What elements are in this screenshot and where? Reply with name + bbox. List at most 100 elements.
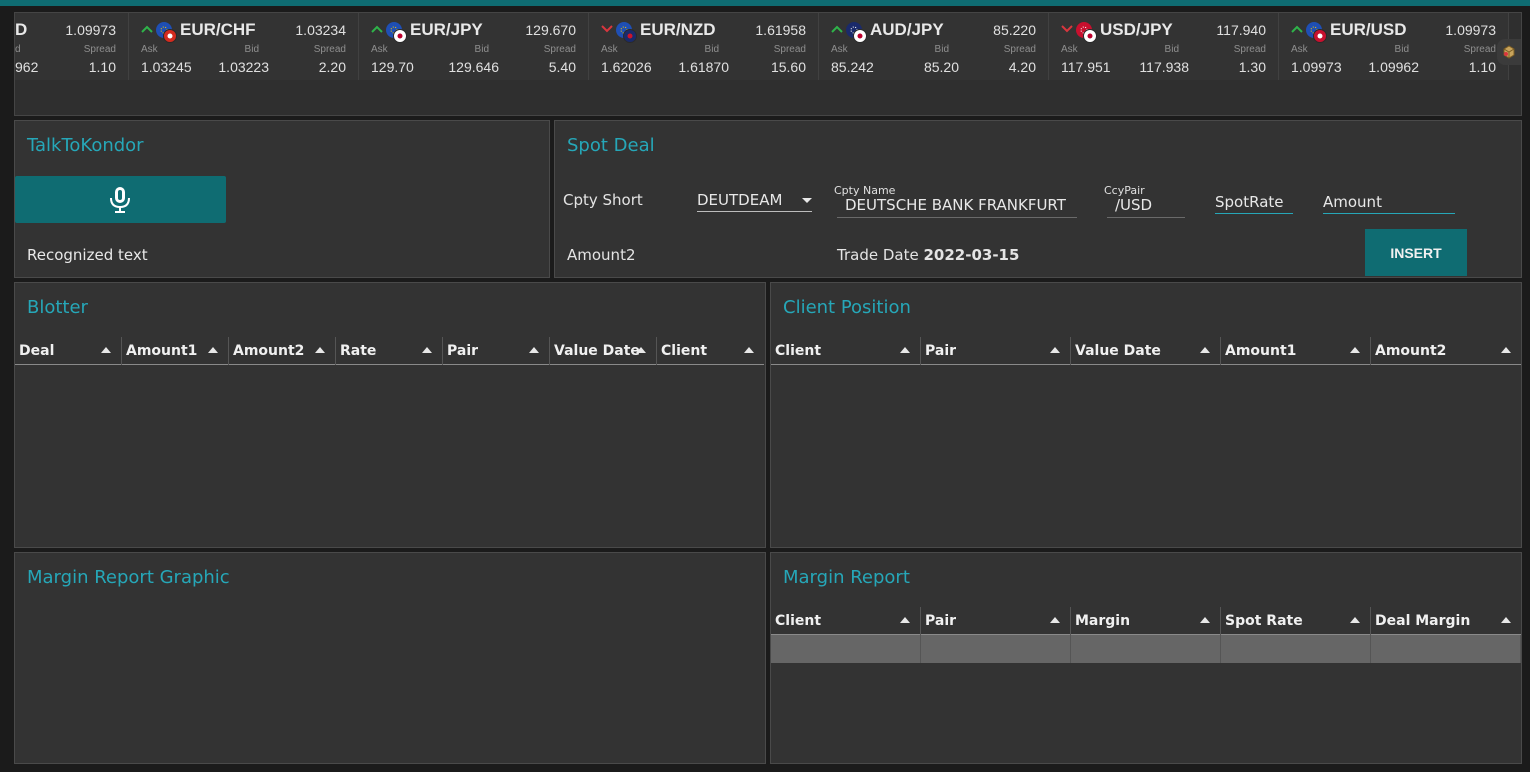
column-header[interactable]: Deal Margin: [1371, 607, 1521, 635]
insert-button[interactable]: INSERT: [1365, 229, 1467, 276]
column-header[interactable]: Pair: [921, 607, 1071, 635]
column-header[interactable]: Client: [657, 337, 764, 365]
sort-arrow-icon[interactable]: [1050, 347, 1060, 353]
ticker-pair: EUR/JPY: [410, 20, 483, 39]
trade-date: Trade Date 2022-03-15: [837, 246, 1019, 264]
spotrate-field[interactable]: SpotRate: [1215, 193, 1293, 214]
cube-icon: [1503, 45, 1515, 59]
cpty-short-select[interactable]: DEUTDEAM: [697, 191, 812, 212]
talk-to-kondor-panel: TalkToKondor Recognized text: [14, 120, 550, 278]
ticker-tile[interactable]: D 1.09973 d Spread 962 1.10: [15, 13, 129, 80]
ticker-bid: 129.646: [448, 59, 499, 75]
ticker-spot: 1.09973: [1445, 22, 1496, 38]
ticker-strip[interactable]: D 1.09973 d Spread 962 1.10 EUR/CHF 1.03…: [15, 13, 1509, 80]
panel-title: Client Position: [783, 297, 911, 318]
ask-label: Ask: [1061, 44, 1078, 55]
ticker-ask: 1.09973: [1291, 59, 1342, 75]
ticker-pair: EUR/NZD: [640, 20, 716, 39]
ticker-spread: 5.40: [548, 59, 576, 75]
amount-field[interactable]: Amount: [1323, 193, 1455, 214]
blotter-header: Deal Amount1 Amount2 Rate Pair Value Date Clie…: [15, 337, 764, 365]
column-header-label: Client: [775, 613, 822, 629]
panel-title: Spot Deal: [567, 135, 655, 156]
microphone-button[interactable]: [15, 176, 226, 223]
ticker-bid: 1.61870: [678, 59, 729, 75]
column-header[interactable]: Amount1: [1221, 337, 1371, 365]
sort-arrow-icon[interactable]: [636, 347, 646, 353]
table-row[interactable]: [771, 635, 1521, 663]
arrow-down-icon: [601, 25, 613, 33]
currency-flag-icon: [156, 22, 177, 43]
top-accent-bar: [0, 0, 1530, 6]
ticker-pair: AUD/JPY: [870, 20, 944, 39]
column-header[interactable]: Value Date: [550, 337, 657, 365]
ticker-tile[interactable]: EUR/USD 1.09973 Ask Bid Spread 1.09973 1…: [1279, 13, 1509, 80]
sort-arrow-icon[interactable]: [900, 347, 910, 353]
bid-label: Bid: [934, 44, 949, 55]
sort-arrow-icon[interactable]: [101, 347, 111, 353]
ticker-spread: 1.30: [1238, 59, 1266, 75]
sort-arrow-icon[interactable]: [1200, 617, 1210, 623]
column-header[interactable]: Client: [771, 607, 921, 635]
column-header[interactable]: Amount2: [1371, 337, 1521, 365]
spread-label: Spread: [1233, 44, 1266, 55]
ticker-ask: 117.951: [1061, 59, 1111, 75]
sort-arrow-icon[interactable]: [900, 617, 910, 623]
spread-label: Spread: [313, 44, 346, 55]
ticker-tile[interactable]: EUR/JPY 129.670 Ask Bid Spread 129.70 12…: [359, 13, 589, 80]
column-header[interactable]: Amount1: [122, 337, 229, 365]
ticker-ask: 85.242: [831, 59, 874, 75]
ccypair-field[interactable]: /USD: [1107, 196, 1185, 218]
column-header[interactable]: Rate: [336, 337, 443, 365]
ticker-spread: 4.20: [1008, 59, 1036, 75]
ticker-tile[interactable]: AUD/JPY 85.220 Ask Bid Spread 85.242 85.…: [819, 13, 1049, 80]
cpty-short-label: Cpty Short: [563, 191, 643, 209]
sort-arrow-icon[interactable]: [422, 347, 432, 353]
column-header[interactable]: Pair: [443, 337, 550, 365]
table-cell[interactable]: [1071, 635, 1221, 663]
ticker-scroll-handle[interactable]: [1497, 39, 1521, 65]
ticker-spread: 15.60: [770, 59, 806, 75]
ticker-ask: 1.03245: [141, 59, 192, 75]
ticker-bid: 85.20: [923, 59, 959, 75]
sort-arrow-icon[interactable]: [1050, 617, 1060, 623]
column-header[interactable]: Deal: [15, 337, 122, 365]
sort-arrow-icon[interactable]: [1350, 617, 1360, 623]
ask-label: Ask: [601, 44, 618, 55]
column-header[interactable]: Value Date: [1071, 337, 1221, 365]
sort-arrow-icon[interactable]: [744, 347, 754, 353]
ticker-tile[interactable]: EUR/NZD 1.61958 Ask Bid Spread 1.62026 1…: [589, 13, 819, 80]
column-header[interactable]: Spot Rate: [1221, 607, 1371, 635]
column-header[interactable]: Pair: [921, 337, 1071, 365]
ticker-tile[interactable]: USD/JPY 117.940 Ask Bid Spread 117.951 1…: [1049, 13, 1279, 80]
sort-arrow-icon[interactable]: [208, 347, 218, 353]
recognized-text: Recognized text: [27, 246, 148, 264]
sort-arrow-icon[interactable]: [1200, 347, 1210, 353]
column-header[interactable]: Margin: [1071, 607, 1221, 635]
column-header-label: Amount2: [233, 343, 305, 359]
sort-arrow-icon[interactable]: [1501, 617, 1511, 623]
position-header: Client Pair Value Date Amount1 Amount2: [771, 337, 1521, 365]
column-header-label: Client: [661, 343, 708, 359]
cpty-name-field[interactable]: DEUTSCHE BANK FRANKFURT: [837, 196, 1077, 218]
table-cell[interactable]: [1221, 635, 1371, 663]
column-header[interactable]: Amount2: [229, 337, 336, 365]
ticker-tile[interactable]: EUR/CHF 1.03234 Ask Bid Spread 1.03245 1…: [129, 13, 359, 80]
table-cell[interactable]: [921, 635, 1071, 663]
ticker-spread: 1.10: [88, 59, 116, 75]
table-cell[interactable]: [771, 635, 921, 663]
spot-deal-panel: Spot Deal Cpty Short DEUTDEAM Cpty Name …: [554, 120, 1522, 278]
sort-arrow-icon[interactable]: [315, 347, 325, 353]
amount2-label[interactable]: Amount2: [567, 246, 636, 264]
arrow-up-icon: [1291, 25, 1303, 33]
ticker-pair: D: [15, 20, 28, 39]
table-cell[interactable]: [1371, 635, 1521, 663]
sort-arrow-icon[interactable]: [1350, 347, 1360, 353]
ticker-spot: 129.670: [525, 22, 576, 38]
sort-arrow-icon[interactable]: [529, 347, 539, 353]
spread-label: Spread: [1003, 44, 1036, 55]
column-header-label: Client: [775, 343, 822, 359]
column-header[interactable]: Client: [771, 337, 921, 365]
sort-arrow-icon[interactable]: [1501, 347, 1511, 353]
currency-flag-icon: [1076, 22, 1097, 43]
